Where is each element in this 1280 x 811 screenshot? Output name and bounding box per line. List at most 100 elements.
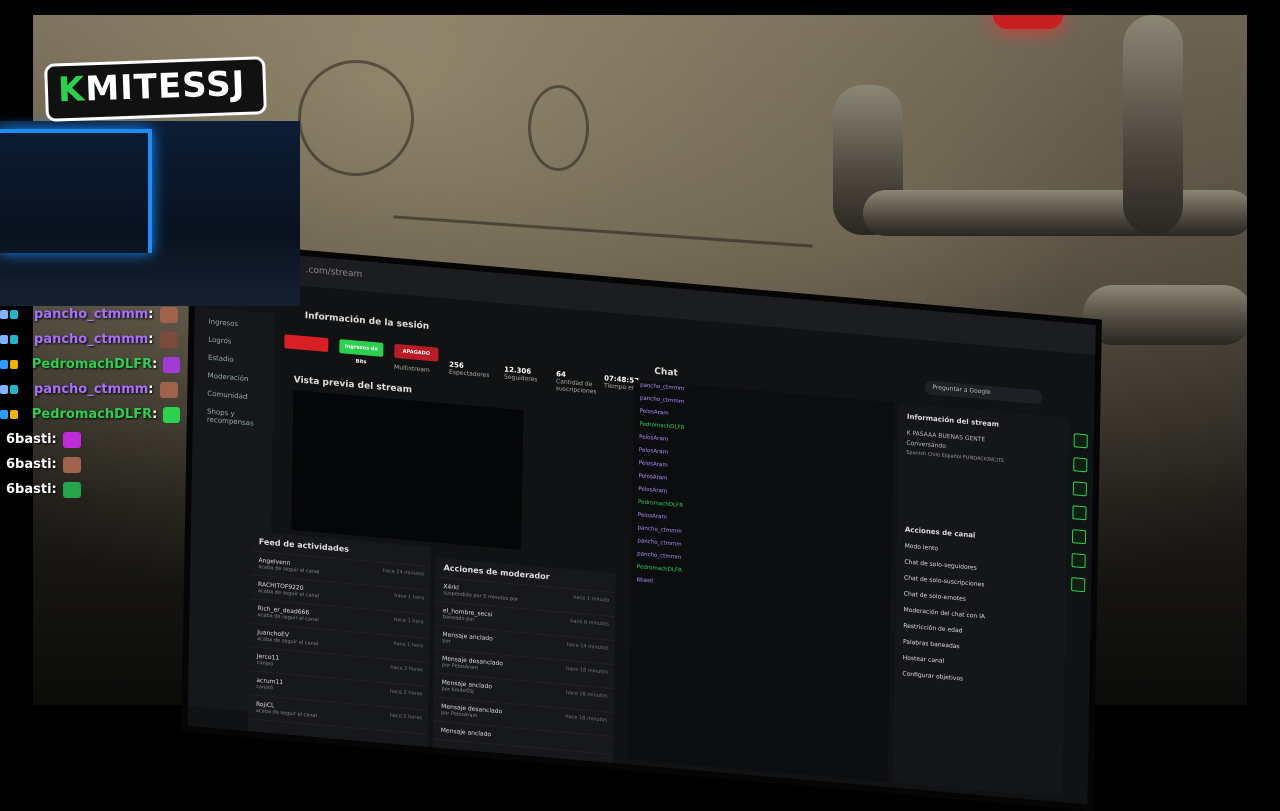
emote-icon: [159, 381, 178, 398]
actions-title: Acciones de canal: [904, 525, 976, 540]
wall-circle: [298, 60, 414, 176]
chat-title: Chat: [654, 366, 678, 379]
stat-subs: 64 Cantidad de suscripciones: [556, 370, 604, 396]
mod-user: Mensaje anclado: [440, 726, 492, 739]
chat-separator: :: [152, 357, 158, 372]
rail-button[interactable]: [1071, 529, 1087, 545]
badge-icon: [0, 335, 8, 344]
dashboard-chat-user[interactable]: PedromachDLFR: [638, 499, 683, 509]
dashboard-chat-user[interactable]: 6basti: [637, 577, 654, 584]
chat-separator: :: [51, 457, 57, 472]
dashboard-chat-user[interactable]: pancho_ctmmm: [638, 525, 682, 535]
chat-separator: :: [51, 482, 57, 497]
badges: [0, 335, 30, 344]
rail-button[interactable]: [1073, 457, 1088, 473]
google-button-label: Preguntar a Google: [932, 383, 991, 396]
emote-icon: [62, 431, 81, 448]
chat-separator: :: [51, 432, 57, 447]
channel-logo: KMITESSJ: [44, 56, 267, 122]
badge-icon: [10, 335, 18, 344]
dashboard-chat-user[interactable]: pancho_ctmmm: [640, 382, 684, 392]
rail-button[interactable]: [1073, 433, 1088, 449]
rail-button[interactable]: [1072, 505, 1087, 521]
red-light: [993, 15, 1063, 29]
badge-icon: [10, 410, 18, 419]
stat-followers: 12.306 Seguidores: [504, 365, 552, 384]
wall-circle: [528, 85, 589, 171]
dashboard-chat-user[interactable]: PedromachDLFR: [637, 564, 682, 574]
multistream-label: Multistream: [393, 363, 430, 374]
dashboard-chat-user[interactable]: PelosAram: [639, 434, 668, 443]
dashboard-chat-user[interactable]: PelosAram: [638, 473, 667, 482]
stream-info: Información del stream K PASAAA BUENAS G…: [892, 402, 1070, 798]
stream-preview[interactable]: [291, 390, 524, 550]
pipe: [1123, 15, 1183, 235]
activity-feed: Feed de actividades Angelvenn acaba de se…: [247, 531, 431, 747]
logo-prefix: K: [57, 69, 87, 111]
badge-icon: [0, 385, 8, 394]
rail-button[interactable]: [1072, 481, 1088, 497]
dashboard-chat-user[interactable]: pancho_ctmmm: [640, 395, 684, 405]
dashboard-chat-user[interactable]: pancho_ctmmm: [637, 551, 681, 561]
chat-username[interactable]: 6basti: [6, 457, 52, 472]
dashboard-chat-user[interactable]: PelosAram: [638, 512, 667, 521]
rail-button[interactable]: [1071, 577, 1086, 593]
chat-username[interactable]: pancho_ctmmm: [34, 382, 148, 397]
dashboard-chat-user[interactable]: PelosAram: [639, 460, 668, 469]
session-title: Información de la sesión: [304, 311, 430, 332]
emote-icon: [62, 456, 81, 473]
overlay-chat-line: 6basti :: [0, 477, 180, 502]
emote-icon: [163, 356, 180, 373]
chat-separator: :: [148, 307, 154, 322]
badge-icon: [0, 410, 8, 419]
stat-viewers: 256 Espectadores: [449, 361, 497, 380]
tag[interactable]: Chile: [928, 451, 941, 458]
badges: [0, 385, 30, 394]
overlay-chat-line: PedromachDLFR :: [0, 352, 180, 377]
mod-actions: Acciones de moderador X4rkl suspendido po…: [432, 557, 616, 763]
url-text: .com/stream: [305, 265, 363, 281]
badge-icon: [10, 310, 18, 319]
badge-icon: [10, 385, 18, 394]
webcam-area: [0, 121, 300, 306]
chat-separator: :: [148, 382, 154, 397]
logo-rest: MITESSJ: [84, 63, 246, 110]
apagado-button[interactable]: APAGADO: [394, 343, 439, 362]
pipe: [1083, 285, 1247, 345]
overlay-chat: pancho_ctmmm : pancho_ctmmm : PedromachDLF…: [0, 302, 180, 502]
chat-separator: :: [148, 332, 154, 347]
bits-button[interactable]: Ingresos de Bits: [339, 339, 384, 365]
dashboard-chat: pancho_ctmmm pancho_ctmmm PelosAram Pedroma…: [627, 379, 895, 783]
dashboard-chat-user[interactable]: PelosAram: [639, 447, 668, 456]
stat-label: Cantidad de suscripciones: [555, 378, 597, 396]
overlay-chat-line: 6basti :: [0, 427, 180, 452]
chat-username[interactable]: PedromachDLFR: [32, 407, 152, 422]
emote-icon: [159, 331, 178, 348]
rail-button[interactable]: [1071, 553, 1086, 569]
dashboard-chat-user[interactable]: PedromachDLFR: [639, 421, 684, 431]
dashboard-chat-user[interactable]: PelosAram: [638, 486, 667, 495]
badges: [0, 310, 30, 319]
apagado-label: APAGADO: [402, 348, 431, 357]
dashboard-chat-user[interactable]: pancho_ctmmm: [637, 538, 681, 548]
emote-icon: [163, 406, 180, 423]
neon-light: [0, 129, 152, 253]
dashboard-chat-user[interactable]: PelosAram: [640, 408, 669, 417]
sidebar-item[interactable]: Shops y recompensas: [193, 396, 273, 429]
emote-icon: [159, 306, 178, 323]
chat-username[interactable]: PedromachDLFR: [32, 357, 152, 372]
badge-icon: [0, 360, 8, 369]
overlay-chat-line: PedromachDLFR :: [0, 402, 180, 427]
chat-username[interactable]: 6basti: [6, 482, 52, 497]
chat-username[interactable]: pancho_ctmmm: [34, 332, 148, 347]
badges: [0, 360, 28, 369]
chat-username[interactable]: pancho_ctmmm: [34, 307, 148, 322]
badge-icon: [0, 310, 8, 319]
google-button[interactable]: Preguntar a Google: [924, 380, 1043, 405]
overlay-chat-line: 6basti :: [0, 452, 180, 477]
badges: [0, 410, 28, 419]
status-button-red[interactable]: [284, 334, 329, 353]
overlay-chat-line: pancho_ctmmm :: [0, 327, 180, 352]
emote-icon: [62, 481, 81, 498]
chat-username[interactable]: 6basti: [6, 432, 52, 447]
